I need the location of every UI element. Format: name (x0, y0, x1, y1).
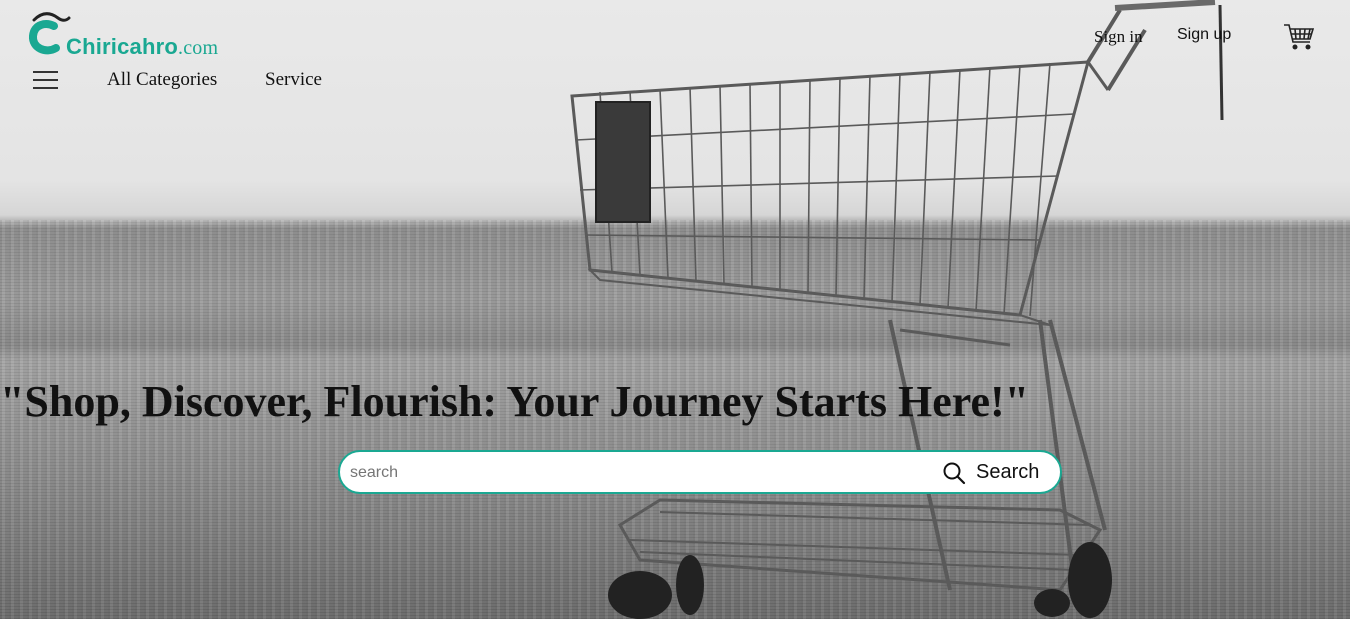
brand-suffix: .com (178, 37, 219, 59)
nav-service[interactable]: Service (265, 69, 322, 91)
hamburger-icon-bar (33, 79, 58, 81)
search-bar: Search (338, 450, 1062, 494)
hamburger-icon-bar (33, 71, 58, 73)
sign-in-link[interactable]: Sign in (1094, 27, 1143, 47)
search-input[interactable] (350, 461, 910, 485)
nav-all-categories[interactable]: All Categories (107, 69, 217, 91)
search-button[interactable]: Search (942, 458, 1058, 488)
brand-name-text: Chiricahro (66, 34, 179, 59)
shopping-cart-photo (570, 0, 1224, 619)
brand-name: Chiricahro.com (66, 34, 218, 60)
search-icon (943, 462, 966, 485)
shopping-cart-icon[interactable] (1283, 22, 1315, 52)
brand-logo[interactable]: Chiricahro.com (28, 10, 258, 60)
search-button-label: Search (976, 461, 1040, 483)
hamburger-icon-bar (33, 87, 58, 89)
hero-tagline: "Shop, Discover, Flourish: Your Journey … (0, 377, 1030, 426)
hamburger-menu-button[interactable] (33, 71, 58, 91)
hero-background (0, 0, 1350, 619)
sign-up-link[interactable]: Sign up (1177, 26, 1231, 44)
cart-icon-graphic (1284, 24, 1315, 50)
